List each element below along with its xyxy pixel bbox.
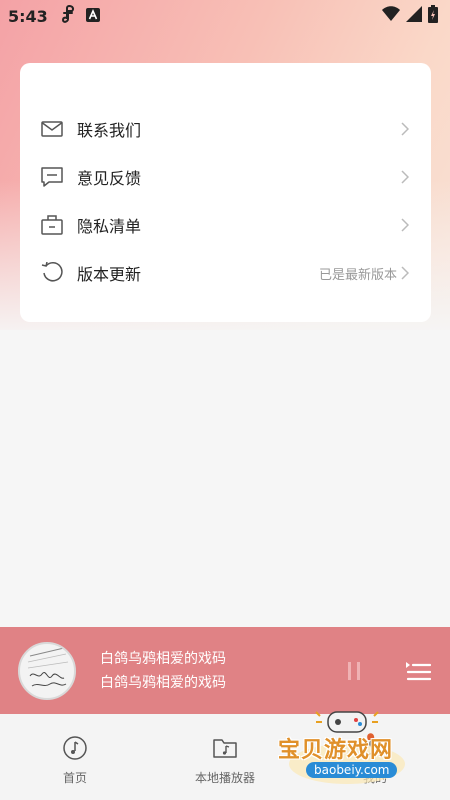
settings-item-label: 隐私清单 <box>77 217 142 236</box>
song-artist: 白鸽乌鸦相爱的戏码 <box>100 674 226 691</box>
settings-item-feedback[interactable]: 意见反馈 <box>20 153 431 201</box>
playlist-icon <box>406 661 431 680</box>
chevron-right-icon <box>401 122 411 136</box>
album-cover[interactable] <box>18 641 76 700</box>
music-folder-icon <box>212 735 238 761</box>
nav-label: 首页 <box>62 771 87 785</box>
signal-icon <box>406 6 422 26</box>
song-title: 白鸽乌鸦相爱的戏码 <box>100 650 226 667</box>
settings-item-label: 联系我们 <box>77 121 142 140</box>
settings-item-version-update[interactable]: 版本更新 已是最新版本 <box>20 249 431 297</box>
feedback-icon <box>40 165 64 189</box>
settings-item-contact-us[interactable]: 联系我们 <box>20 105 431 153</box>
music-note-icon <box>60 4 76 28</box>
nav-label: 本地播放器 <box>194 771 255 785</box>
watermark-logo: 宝贝游戏网 baobeiy.com <box>272 706 422 786</box>
wifi-icon <box>382 6 400 26</box>
mini-player[interactable]: 白鸽乌鸦相爱的戏码 白鸽乌鸦相爱的戏码 <box>0 627 450 714</box>
settings-item-label: 版本更新 <box>77 265 142 284</box>
settings-card: 联系我们 意见反馈 隐私清单 版本更新 已是最新版本 <box>20 63 431 322</box>
status-bar: 5:43 <box>0 0 450 32</box>
settings-item-privacy-list[interactable]: 隐私清单 <box>20 201 431 249</box>
chevron-right-icon <box>401 218 411 232</box>
a-box-icon <box>86 7 100 26</box>
playlist-button[interactable] <box>404 657 432 685</box>
watermark-url: baobeiy.com <box>306 762 398 778</box>
nav-item-home[interactable]: 首页 <box>0 714 150 800</box>
version-status-text: 已是最新版本 <box>318 267 397 283</box>
music-circle-icon <box>62 735 88 761</box>
status-time: 5:43 <box>8 6 48 26</box>
chevron-right-icon <box>401 170 411 184</box>
briefcase-icon <box>40 213 64 237</box>
chevron-right-icon <box>401 266 411 280</box>
status-app-icons <box>60 4 100 28</box>
song-info[interactable]: 白鸽乌鸦相爱的戏码 白鸽乌鸦相爱的戏码 <box>100 649 226 693</box>
pause-button[interactable] <box>342 659 366 683</box>
refresh-icon <box>40 261 64 285</box>
pause-icon <box>348 661 360 680</box>
status-system-icons <box>382 5 438 27</box>
battery-icon <box>428 5 438 27</box>
watermark-text: 宝贝游戏网 <box>278 738 394 763</box>
mail-icon <box>40 117 64 141</box>
player-controls <box>342 657 432 685</box>
settings-item-label: 意见反馈 <box>77 169 142 188</box>
